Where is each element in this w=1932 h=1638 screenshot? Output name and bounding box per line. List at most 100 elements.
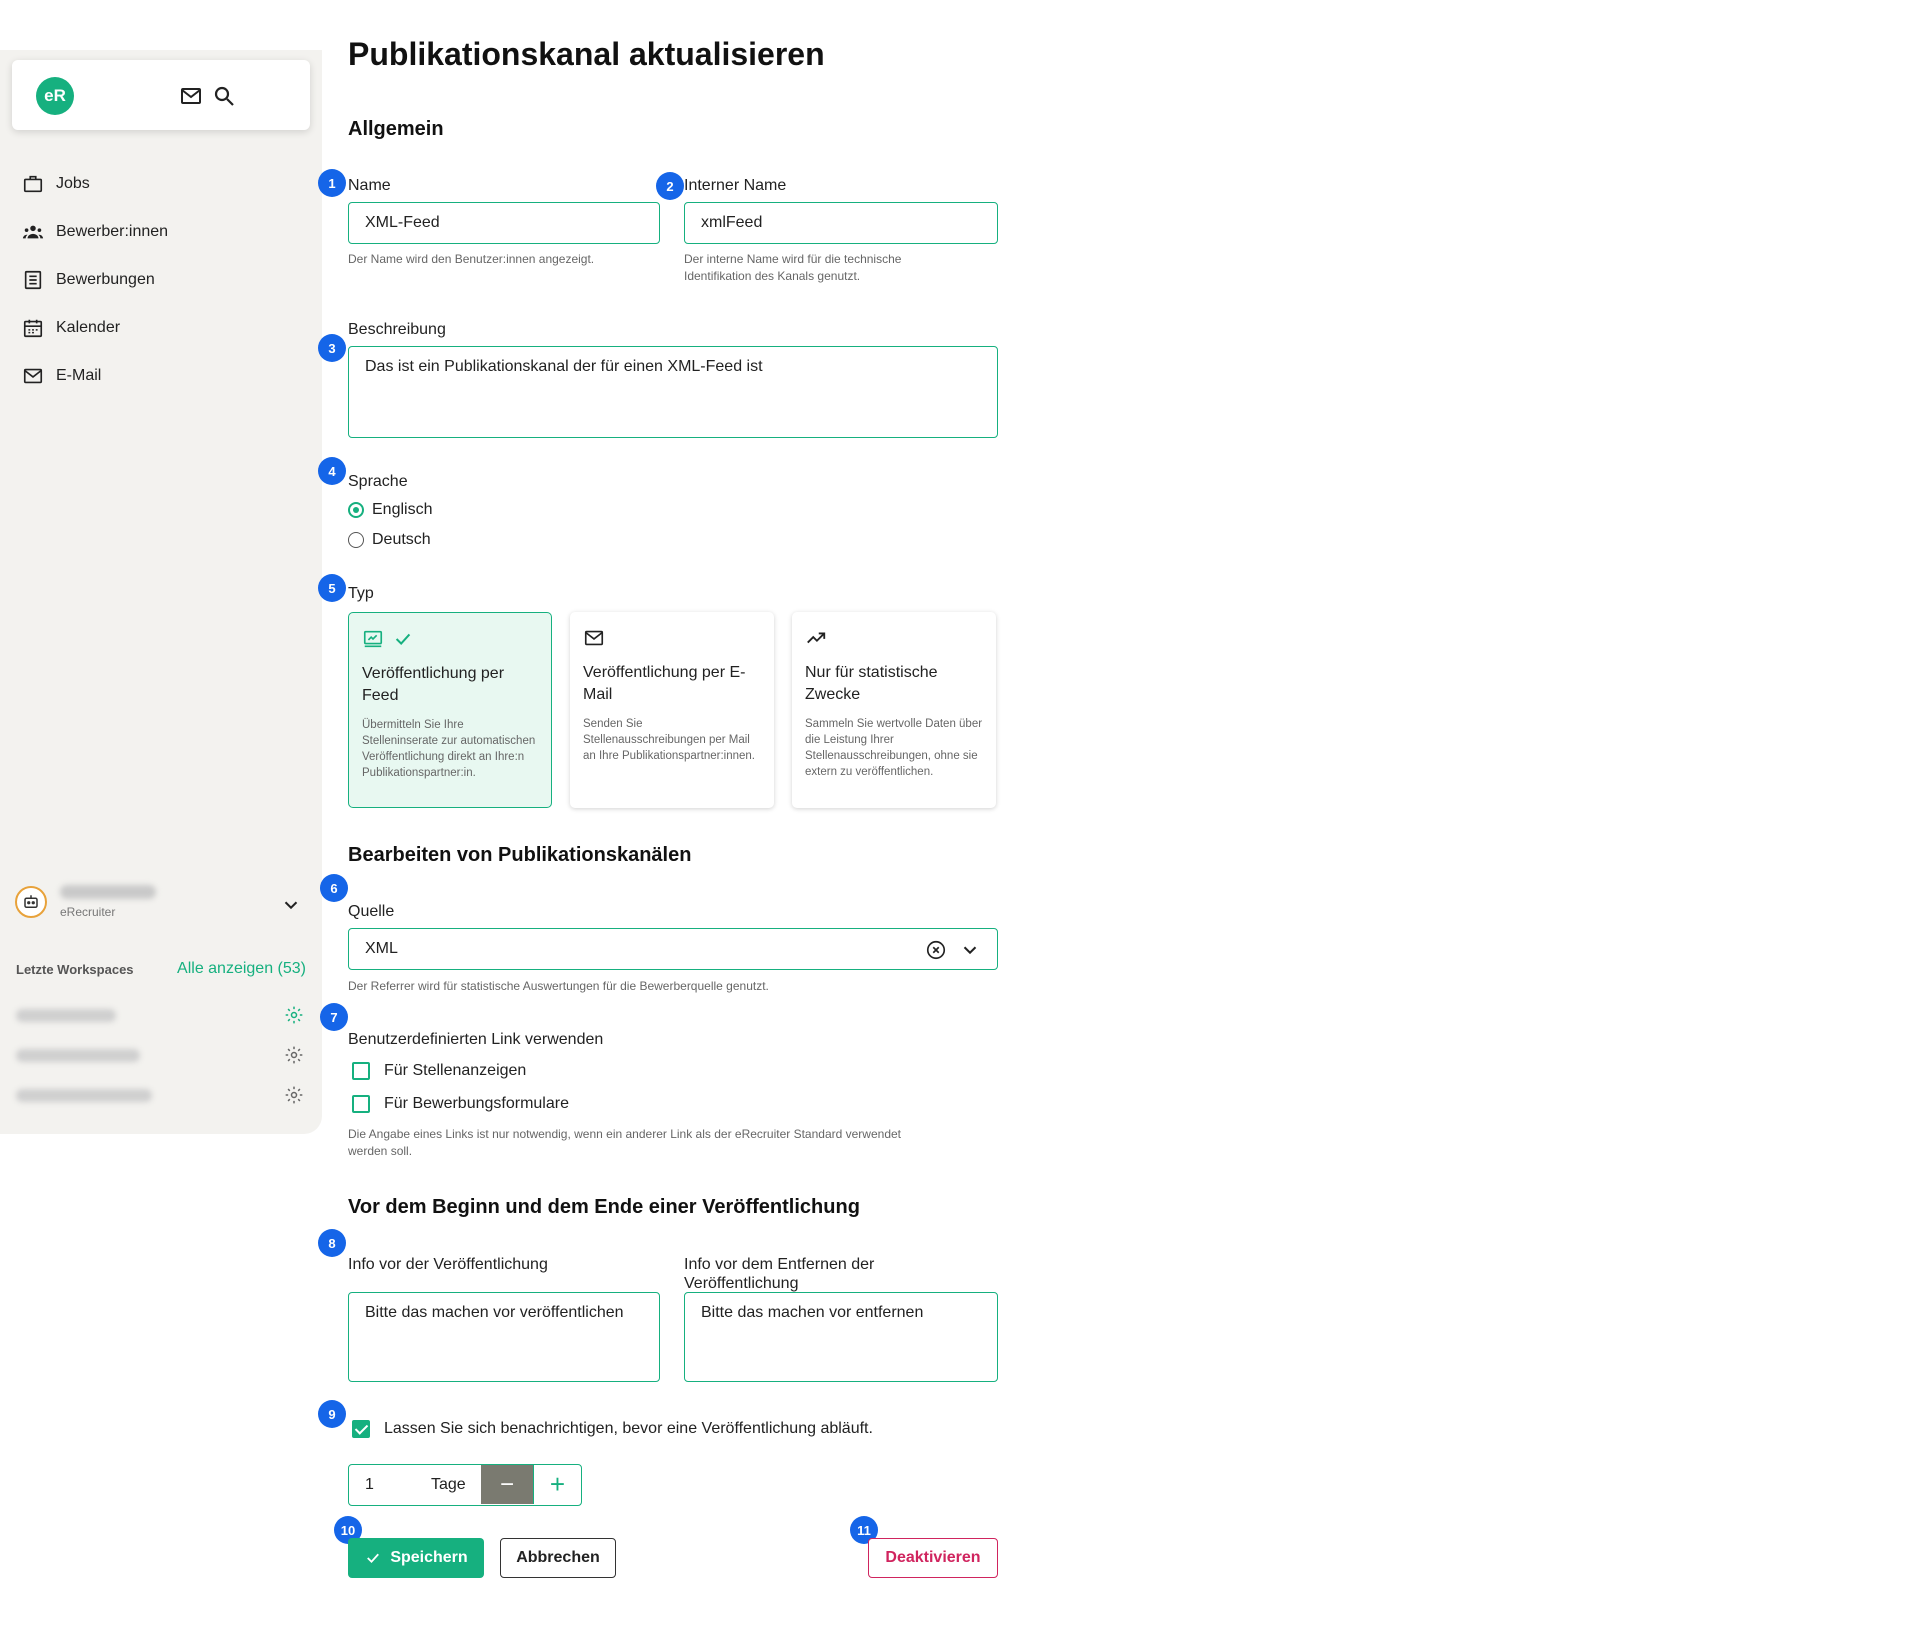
checkbox-checked[interactable] (352, 1420, 370, 1438)
workspaces-show-all-link[interactable]: Alle anzeigen (53) (177, 960, 306, 978)
radio-button[interactable] (348, 532, 364, 548)
days-value[interactable]: 1 (365, 1476, 374, 1494)
annotation-badge: 8 (318, 1229, 346, 1257)
card-icons (362, 627, 538, 651)
search-icon[interactable] (212, 84, 236, 108)
sidebar-item-applications[interactable]: Bewerbungen (0, 256, 322, 304)
internal-name-help: Der interne Name wird für die technische… (684, 251, 998, 285)
card-icons (583, 626, 761, 650)
sidebar-item-email[interactable]: E-Mail (0, 352, 322, 400)
calendar-icon (23, 319, 43, 338)
annotation-badge: 5 (318, 574, 346, 602)
card-title: Veröffentlichung per Feed (362, 663, 538, 707)
sidebar: eR Jobs Bewerber:innen Bewerbungen Kalen… (0, 50, 322, 1134)
annotation-badge: 3 (318, 334, 346, 362)
type-card-statistics[interactable]: Nur für statistische Zwecke Sammeln Sie … (792, 612, 996, 808)
deactivate-button[interactable]: Deaktivieren (868, 1538, 998, 1578)
card-icons (805, 626, 983, 650)
help-line: Die Angabe eines Links ist nur notwendig… (348, 1127, 901, 1141)
internal-name-label: Interner Name (684, 177, 787, 194)
info-remove-label: Info vor dem Entfernen der Veröffentlich… (684, 1255, 874, 1293)
workspace-item[interactable] (16, 1085, 308, 1107)
source-select-value: XML (365, 940, 398, 957)
card-title-line: Mail (583, 686, 613, 703)
sidebar-item-applicants[interactable]: Bewerber:innen (0, 208, 322, 256)
help-line: Der interne Name wird für die technische (684, 252, 902, 266)
info-before-label: Info vor der Veröffentlichung (348, 1256, 548, 1273)
annotation-badge: 4 (318, 457, 346, 485)
card-description: Übermitteln Sie Ihre Stelleninserate zur… (362, 719, 536, 779)
save-label: Speichern (390, 1549, 468, 1566)
info-remove-textarea[interactable]: Bitte das machen vor entfernen (684, 1292, 998, 1382)
gear-icon[interactable] (284, 1085, 304, 1105)
label-line: Info vor dem Entfernen der (684, 1256, 875, 1273)
radio-label: Deutsch (372, 531, 431, 548)
checkbox[interactable] (352, 1095, 370, 1113)
workspace-item[interactable] (16, 1045, 308, 1067)
card-description: Senden Sie Stellenausschreibungen per Ma… (583, 718, 755, 762)
type-label: Typ (348, 585, 374, 602)
days-unit: Tage (431, 1476, 466, 1493)
clear-circle-icon[interactable] (925, 939, 947, 961)
type-card-feed[interactable]: Veröffentlichung per Feed Übermitteln Si… (348, 612, 552, 808)
card-description: Sammeln Sie wertvolle Daten über die Lei… (805, 718, 983, 778)
name-input[interactable]: XML-Feed (348, 202, 660, 244)
mail-icon[interactable] (179, 84, 203, 108)
sidebar-item-label: Bewerbungen (56, 271, 155, 288)
account-name-blurred (60, 885, 156, 899)
card-title: Nur für statistische Zwecke (805, 662, 983, 706)
internal-name-input[interactable]: xmlFeed (684, 202, 998, 244)
card-title-line: Feed (362, 687, 399, 704)
workspaces-heading: Letzte Workspaces (16, 962, 134, 977)
radio-label: Englisch (372, 501, 433, 518)
checkmark-icon (395, 633, 411, 646)
sidebar-header: eR (12, 60, 310, 130)
notify-label: Lassen Sie sich benachrichtigen, bevor e… (384, 1420, 873, 1437)
help-line: Identifikation des Kanals genutzt. (684, 269, 861, 283)
checkbox-label: Für Stellenanzeigen (384, 1062, 527, 1079)
name-help: Der Name wird den Benutzer:innen angezei… (348, 252, 595, 266)
source-select[interactable]: XML (348, 928, 998, 970)
feed-monitor-icon (363, 630, 383, 648)
annotation-badge: 6 (320, 874, 348, 902)
account-switcher[interactable]: eRecruiter (12, 880, 308, 930)
section-timing-heading: Vor dem Beginn und dem Ende einer Veröff… (348, 1196, 860, 1218)
checkbox-application-forms[interactable]: Für Bewerbungsformulare (352, 1095, 569, 1113)
section-general-heading: Allgemein (348, 118, 444, 140)
days-stepper[interactable]: 1 Tage − + (348, 1464, 582, 1506)
radio-german[interactable]: Deutsch (348, 531, 431, 549)
sidebar-item-label: Kalender (56, 319, 121, 336)
chevron-down-icon[interactable] (959, 939, 981, 961)
mail-icon (584, 630, 604, 646)
description-label: Beschreibung (348, 321, 446, 338)
workspace-name-blurred (16, 1089, 152, 1102)
sidebar-item-jobs[interactable]: Jobs (0, 160, 322, 208)
mail-icon (23, 368, 43, 384)
decrement-button[interactable]: − (481, 1465, 533, 1504)
gear-icon[interactable] (284, 1005, 304, 1025)
chevron-down-icon[interactable] (280, 894, 302, 916)
checkbox-job-ads[interactable]: Für Stellenanzeigen (352, 1062, 526, 1080)
source-label: Quelle (348, 903, 395, 920)
robot-avatar-icon (15, 886, 47, 918)
card-title-line: Veröffentlichung per (362, 665, 505, 682)
checkbox[interactable] (352, 1062, 370, 1080)
workspace-item[interactable] (16, 1005, 308, 1027)
notify-checkbox-row[interactable]: Lassen Sie sich benachrichtigen, bevor e… (352, 1420, 873, 1438)
annotation-badge: 9 (318, 1400, 346, 1428)
cancel-button[interactable]: Abbrechen (500, 1538, 616, 1578)
radio-english[interactable]: Englisch (348, 501, 432, 519)
increment-button[interactable]: + (533, 1465, 581, 1504)
radio-button-selected[interactable] (348, 502, 364, 518)
save-button[interactable]: Speichern (348, 1538, 484, 1578)
help-line: werden soll. (348, 1144, 413, 1158)
type-card-email[interactable]: Veröffentlichung per E- Mail Senden Sie … (570, 612, 774, 808)
gear-icon[interactable] (284, 1045, 304, 1065)
info-before-textarea[interactable]: Bitte das machen vor veröffentlichen (348, 1292, 660, 1382)
app-logo[interactable]: eR (36, 77, 74, 115)
description-textarea[interactable]: Das ist ein Publikationskanal der für ei… (348, 346, 998, 438)
workspace-name-blurred (16, 1049, 140, 1062)
account-subtitle: eRecruiter (60, 905, 116, 919)
sidebar-item-label: Jobs (56, 175, 90, 192)
sidebar-item-calendar[interactable]: Kalender (0, 304, 322, 352)
